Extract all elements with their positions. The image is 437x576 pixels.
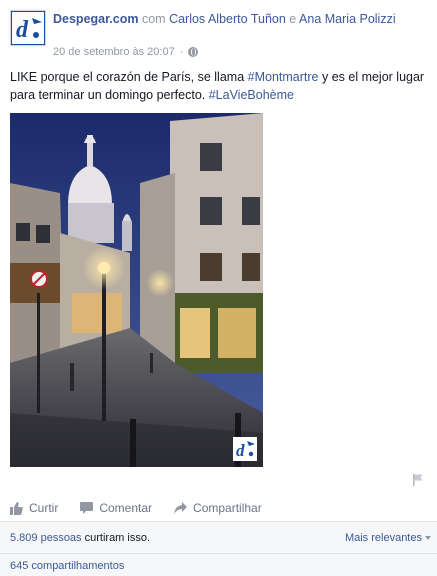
post-text-part-1: LIKE porque el corazón de París, se llam… bbox=[10, 70, 248, 84]
photo-watermark-logo: d bbox=[233, 437, 257, 461]
post-message: LIKE porque el corazón de París, se llam… bbox=[10, 68, 430, 104]
globe-icon[interactable] bbox=[188, 47, 199, 57]
shares-summary-bar: 645 compartilhamentos bbox=[0, 554, 437, 576]
likes-suffix: curtiram isso. bbox=[81, 532, 151, 544]
like-button[interactable]: Curtir bbox=[10, 501, 58, 515]
likes-count-link[interactable]: 5.809 pessoas bbox=[10, 532, 82, 544]
post-header: d Despegar.com com Carlos Alberto Tuñon … bbox=[10, 10, 430, 60]
share-label: Compartilhar bbox=[193, 501, 262, 515]
post-photo[interactable]: d bbox=[10, 113, 263, 467]
shares-count-link[interactable]: 645 compartilhamentos bbox=[10, 560, 124, 572]
page-avatar[interactable]: d bbox=[10, 10, 46, 46]
tagged-person-2[interactable]: Ana Maria Polizzi bbox=[299, 12, 396, 26]
share-arrow-icon bbox=[174, 502, 188, 514]
montmartre-street-image bbox=[10, 113, 263, 467]
caret-down-icon bbox=[425, 536, 431, 540]
svg-text:d: d bbox=[16, 17, 29, 43]
page-name-link[interactable]: Despegar.com bbox=[53, 12, 138, 26]
comment-button[interactable]: Comentar bbox=[80, 501, 152, 515]
thumbs-up-icon bbox=[10, 501, 23, 515]
comment-sort-dropdown[interactable]: Mais relevantes bbox=[345, 532, 431, 544]
likes-summary-bar: 5.809 pessoas curtiram isso. Mais releva… bbox=[0, 521, 437, 554]
and-text: e bbox=[289, 12, 297, 26]
author-line: Despegar.com com Carlos Alberto Tuñon e … bbox=[53, 11, 423, 28]
meta-separator: · bbox=[179, 46, 184, 58]
despegar-logo-icon: d bbox=[12, 12, 44, 44]
share-button[interactable]: Compartilhar bbox=[174, 501, 262, 515]
despegar-watermark-icon: d bbox=[236, 441, 255, 460]
hashtag-laviboheme[interactable]: #LaVieBohème bbox=[209, 88, 294, 102]
hashtag-montmartre[interactable]: #Montmartre bbox=[248, 70, 319, 84]
svg-text:d: d bbox=[236, 441, 245, 460]
post-actions: Curtir Comentar Compartilhar bbox=[10, 500, 284, 516]
post-meta: 20 de setembro às 20:07 · bbox=[53, 46, 199, 58]
likes-summary: 5.809 pessoas curtiram isso. bbox=[10, 532, 150, 544]
like-label: Curtir bbox=[29, 501, 59, 515]
report-flag-icon[interactable] bbox=[413, 474, 423, 486]
post-timestamp[interactable]: 20 de setembro às 20:07 bbox=[53, 46, 175, 58]
comment-bubble-icon bbox=[80, 502, 94, 514]
sort-label: Mais relevantes bbox=[344, 532, 422, 544]
tagged-person-1[interactable]: Carlos Alberto Tuñon bbox=[169, 12, 286, 26]
with-text: com bbox=[141, 12, 166, 26]
comment-label: Comentar bbox=[99, 501, 153, 515]
